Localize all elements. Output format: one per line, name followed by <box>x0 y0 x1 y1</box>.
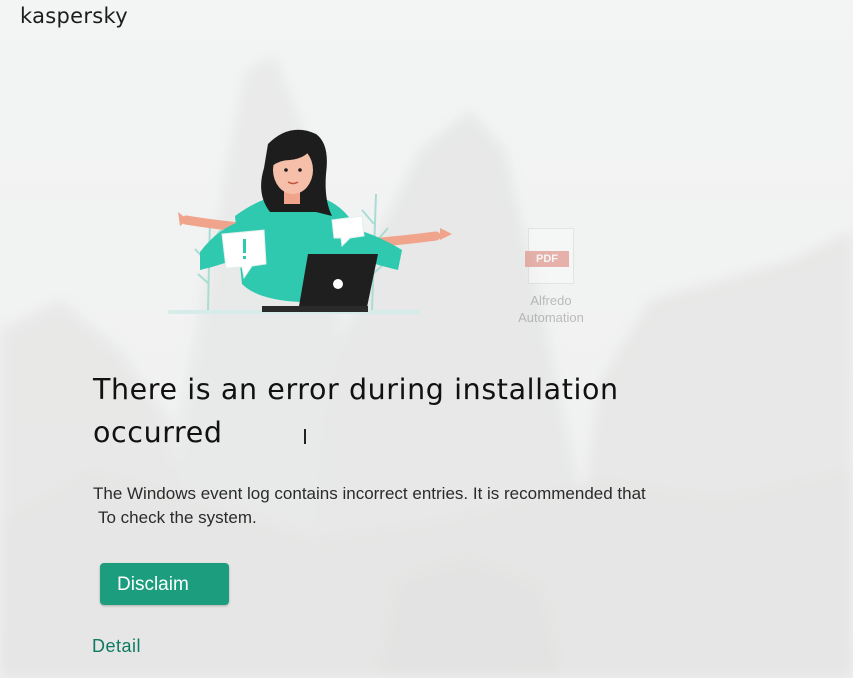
disclaim-button[interactable]: Disclaim <box>100 563 229 605</box>
desktop-file-shortcut: PDF Alfredo Automation <box>508 228 594 326</box>
pdf-badge: PDF <box>525 251 569 267</box>
confused-woman-laptop-illustration <box>168 129 452 314</box>
desktop-file-caption: Alfredo Automation <box>518 293 584 325</box>
text-cursor <box>304 429 306 444</box>
description-line-1: The Windows event log contains incorrect… <box>93 484 646 503</box>
kaspersky-logo: kaspersky <box>20 4 128 28</box>
detail-link[interactable]: Detail <box>92 636 141 657</box>
pdf-file-icon: PDF <box>525 228 574 284</box>
description-line-2: To check the system. <box>98 508 257 527</box>
error-title: There is an error during installation oc… <box>93 373 619 449</box>
error-description: The Windows event log contains incorrect… <box>93 482 773 530</box>
